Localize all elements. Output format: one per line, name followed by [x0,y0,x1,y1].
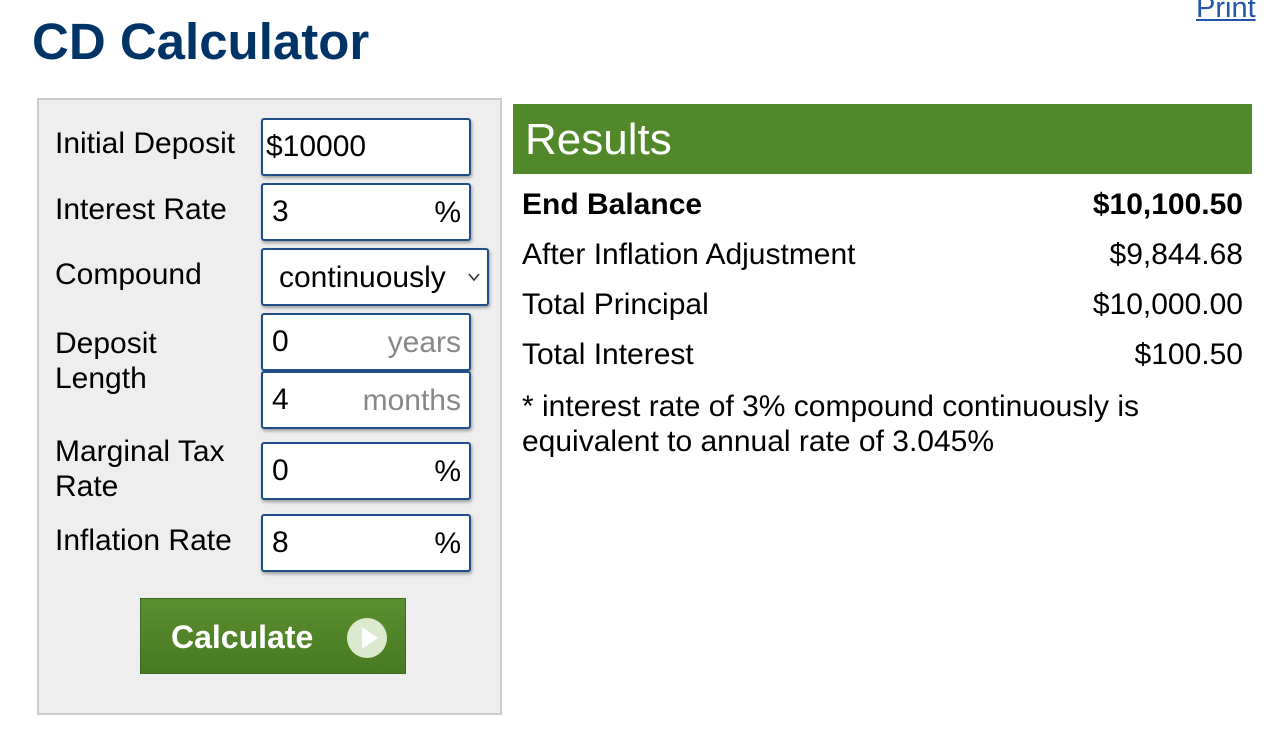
deposit-months-field[interactable]: months [261,371,471,429]
footnote-line2: equivalent to annual rate of 3.045% [522,425,995,458]
initial-deposit-label: Initial Deposit [55,127,236,160]
result-label: Total Interest [522,338,694,371]
result-row-end-balance: End Balance $10,100.50 [522,186,1243,224]
inflation-rate-input[interactable] [263,516,469,570]
result-value: $9,844.68 [1109,238,1243,271]
compound-label: Compound [55,258,202,291]
deposit-length-label-line2: Length [55,362,147,395]
initial-deposit-input[interactable] [263,120,469,174]
interest-rate-label: Interest Rate [55,193,227,226]
result-row-after-inflation: After Inflation Adjustment $9,844.68 [522,236,1243,274]
result-value: $10,100.50 [1092,188,1243,221]
chevron-down-icon [468,273,480,282]
marginal-tax-field[interactable]: % [261,442,471,500]
result-label: After Inflation Adjustment [522,238,856,271]
result-label: End Balance [522,188,703,221]
results-header: Results [513,104,1252,174]
play-icon [347,618,387,658]
deposit-length-label-line1: Deposit [55,327,157,360]
compound-selected-value: continuously [279,261,446,294]
inflation-rate-label: Inflation Rate [55,524,232,557]
page-title: CD Calculator [32,13,370,70]
result-label: Total Principal [522,288,709,321]
initial-deposit-field[interactable] [261,118,471,176]
footnote-line1: * interest rate of 3% compound continuou… [522,390,1140,423]
result-value: $10,000.00 [1092,288,1243,321]
result-row-total-principal: Total Principal $10,000.00 [522,286,1243,324]
result-row-total-interest: Total Interest $100.50 [522,336,1243,374]
results-title: Results [525,115,672,164]
deposit-years-field[interactable]: years [261,313,471,371]
interest-rate-field[interactable]: % [261,183,471,241]
deposit-years-input[interactable] [263,315,469,369]
calculate-button[interactable]: Calculate [140,598,406,674]
interest-rate-input[interactable] [263,185,469,239]
marginal-tax-label-line1: Marginal Tax [55,435,225,468]
marginal-tax-input[interactable] [263,444,469,498]
marginal-tax-label-line2: Rate [55,470,119,503]
calculator-form-panel: Initial Deposit Interest Rate % Compound… [37,98,502,715]
inflation-rate-field[interactable]: % [261,514,471,572]
calculate-button-label: Calculate [171,619,314,655]
result-value: $100.50 [1134,338,1243,371]
print-link[interactable]: Print [1196,0,1256,25]
deposit-months-input[interactable] [263,373,469,427]
results-footnote: * interest rate of 3% compound continuou… [522,389,1222,459]
compound-select[interactable]: continuously [261,248,489,306]
